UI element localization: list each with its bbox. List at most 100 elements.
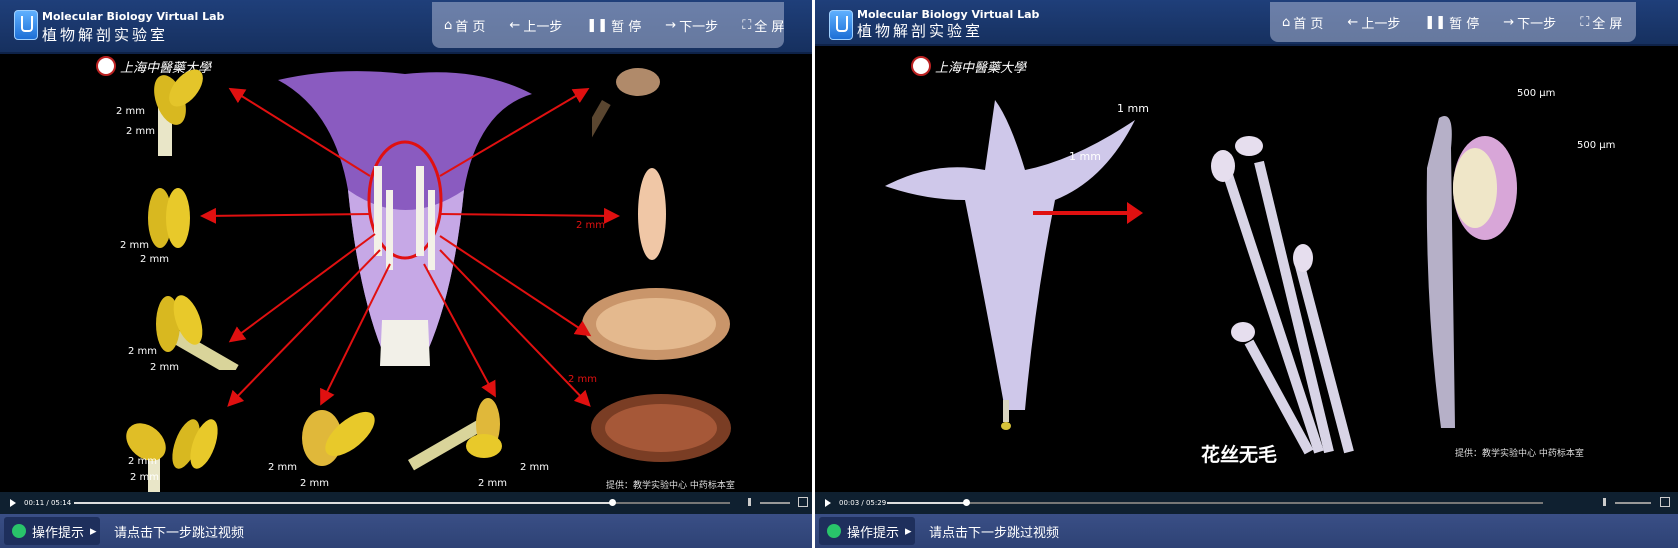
next-label: 下一步 bbox=[679, 19, 719, 35]
arrow-right-icon: → bbox=[1503, 14, 1515, 30]
pause-button[interactable]: ❚❚ 暂 停 bbox=[1412, 13, 1491, 32]
scale-label: 2 mm bbox=[140, 254, 170, 265]
video-panel-left: Molecular Biology Virtual Lab 植物解剖实验室 ⌂ 首… bbox=[0, 0, 812, 548]
scale-label: 2 mm bbox=[128, 346, 158, 357]
university-logo: 上海中醫藥大學 bbox=[911, 56, 1026, 76]
prev-label: 上一步 bbox=[523, 19, 563, 35]
home-button[interactable]: ⌂ 首 页 bbox=[1270, 13, 1335, 32]
progress-fill bbox=[74, 502, 612, 504]
pause-icon: ❚❚ bbox=[1424, 14, 1447, 30]
stamen-specimen bbox=[1211, 136, 1354, 455]
pause-label: 暂 停 bbox=[1449, 16, 1480, 32]
scale-label-right-side: 500 μm bbox=[1577, 140, 1616, 151]
arrow-right-icon: → bbox=[665, 17, 677, 33]
hint-bar: 操作提示 ▸ 请点击下一步跳过视频 bbox=[815, 514, 1678, 548]
caption-text: 花丝无毛 bbox=[1201, 444, 1278, 466]
volume-slider[interactable] bbox=[760, 502, 790, 504]
video-controls: 00:03 / 05:29 bbox=[815, 492, 1678, 514]
prev-step-button[interactable]: ← 上一步 bbox=[497, 16, 574, 35]
fullscreen-label: 全 屏 bbox=[1592, 16, 1623, 32]
scale-label: 2 mm bbox=[568, 374, 598, 385]
scale-label: 2 mm bbox=[478, 478, 508, 489]
pause-icon: ❚❚ bbox=[586, 17, 609, 33]
progress-bar[interactable] bbox=[887, 499, 1543, 506]
hint-text: 请点击下一步跳过视频 bbox=[929, 525, 1060, 541]
caret-right-icon: ▸ bbox=[90, 523, 97, 539]
home-button[interactable]: ⌂ 首 页 bbox=[432, 16, 497, 35]
hint-label: 操作提示 bbox=[847, 525, 900, 541]
hint-icon bbox=[827, 524, 841, 538]
volume-slider[interactable] bbox=[1615, 502, 1651, 504]
app-header: Molecular Biology Virtual Lab 植物解剖实验室 ⌂ 首… bbox=[0, 0, 812, 54]
progress-bar[interactable] bbox=[74, 499, 730, 506]
home-label: 首 页 bbox=[1293, 16, 1324, 32]
scale-label: 2 mm bbox=[300, 478, 330, 489]
app-title-en: Molecular Biology Virtual Lab bbox=[42, 10, 225, 23]
hint-label: 操作提示 bbox=[32, 525, 85, 541]
next-step-button[interactable]: → 下一步 bbox=[1491, 13, 1568, 32]
next-step-button[interactable]: → 下一步 bbox=[653, 16, 730, 35]
play-icon[interactable] bbox=[825, 499, 831, 507]
fullscreen-icon: ⛶ bbox=[742, 17, 752, 33]
scale-label: 2 mm bbox=[520, 462, 550, 473]
app-header: Molecular Biology Virtual Lab 植物解剖实验室 ⌂ 首… bbox=[815, 0, 1678, 46]
nav-bar: ⌂ 首 页 ← 上一步 ❚❚ 暂 停 → 下一步 ⛶ 全 屏 bbox=[432, 2, 784, 48]
home-icon: ⌂ bbox=[444, 17, 453, 33]
time-readout: 00:03 / 05:29 bbox=[839, 499, 887, 507]
university-name: 上海中醫藥大學 bbox=[935, 60, 1027, 76]
progress-thumb[interactable] bbox=[962, 499, 970, 506]
time-readout: 00:11 / 05:14 bbox=[24, 499, 72, 507]
caret-right-icon: ▸ bbox=[905, 523, 912, 539]
hint-bar: 操作提示 ▸ 请点击下一步跳过视频 bbox=[0, 514, 812, 548]
fullscreen-button[interactable]: ⛶ 全 屏 bbox=[1568, 13, 1634, 32]
fullscreen-icon: ⛶ bbox=[1580, 14, 1590, 30]
play-icon[interactable] bbox=[10, 499, 16, 507]
scale-label: 2 mm bbox=[130, 472, 160, 483]
scale-label: 2 mm bbox=[576, 220, 606, 231]
annotation-arrows bbox=[200, 87, 620, 407]
pause-button[interactable]: ❚❚ 暂 停 bbox=[574, 16, 653, 35]
credit-text: 提供：教学实验中心 中药标本室 bbox=[606, 481, 735, 491]
arrow-left-icon: ← bbox=[1347, 14, 1359, 30]
progress-thumb[interactable] bbox=[608, 499, 616, 506]
video-controls: 00:11 / 05:14 bbox=[0, 492, 812, 514]
scale-label-top: 1 mm bbox=[1117, 102, 1149, 115]
scale-label: 2 mm bbox=[128, 456, 158, 467]
hint-icon bbox=[12, 524, 26, 538]
expand-icon[interactable] bbox=[798, 497, 808, 507]
home-label: 首 页 bbox=[455, 19, 486, 35]
scale-label: 2 mm bbox=[120, 240, 150, 251]
video-stage[interactable]: 上海中醫藥大學 1 mm 1 mm 500 μm 500 μm 花丝无毛 提供：… bbox=[815, 46, 1678, 492]
hint-button[interactable]: 操作提示 ▸ bbox=[4, 517, 100, 545]
scale-label-side: 1 mm bbox=[1069, 150, 1101, 163]
gynoecium-specimen bbox=[1426, 116, 1517, 428]
scale-label: 2 mm bbox=[150, 362, 180, 373]
fullscreen-button[interactable]: ⛶ 全 屏 bbox=[730, 16, 796, 35]
scale-label: 2 mm bbox=[268, 462, 298, 473]
nav-bar: ⌂ 首 页 ← 上一步 ❚❚ 暂 停 → 下一步 ⛶ 全 屏 bbox=[1270, 2, 1636, 42]
home-icon: ⌂ bbox=[1282, 14, 1291, 30]
fullscreen-label: 全 屏 bbox=[754, 19, 785, 35]
video-stage[interactable]: 上海中醫藥大學 2 mm 2 mm 2 mm 2 mm 2 mm 2 mm 2 … bbox=[0, 54, 812, 494]
credit-text: 提供：教学实验中心 中药标本室 bbox=[1455, 449, 1584, 459]
prev-step-button[interactable]: ← 上一步 bbox=[1335, 13, 1412, 32]
hint-text: 请点击下一步跳过视频 bbox=[114, 525, 245, 541]
app-title-cn: 植物解剖实验室 bbox=[42, 26, 169, 44]
hint-button[interactable]: 操作提示 ▸ bbox=[819, 517, 915, 545]
scale-label: 2 mm bbox=[116, 106, 146, 117]
volume-icon[interactable] bbox=[748, 498, 759, 506]
app-title-cn: 植物解剖实验室 bbox=[857, 22, 984, 40]
logo-icon bbox=[829, 10, 853, 40]
scale-label-right-top: 500 μm bbox=[1517, 88, 1556, 99]
arrow-left-icon: ← bbox=[509, 17, 521, 33]
prev-label: 上一步 bbox=[1361, 16, 1401, 32]
video-panel-right: Molecular Biology Virtual Lab 植物解剖实验室 ⌂ 首… bbox=[815, 0, 1678, 548]
logo-icon bbox=[14, 10, 38, 40]
annotation-arrow bbox=[1033, 202, 1143, 224]
university-seal-icon bbox=[911, 56, 931, 76]
volume-icon[interactable] bbox=[1603, 498, 1614, 506]
scale-label: 2 mm bbox=[126, 126, 156, 137]
expand-icon[interactable] bbox=[1660, 497, 1670, 507]
pause-label: 暂 停 bbox=[611, 19, 642, 35]
progress-fill bbox=[887, 502, 966, 504]
